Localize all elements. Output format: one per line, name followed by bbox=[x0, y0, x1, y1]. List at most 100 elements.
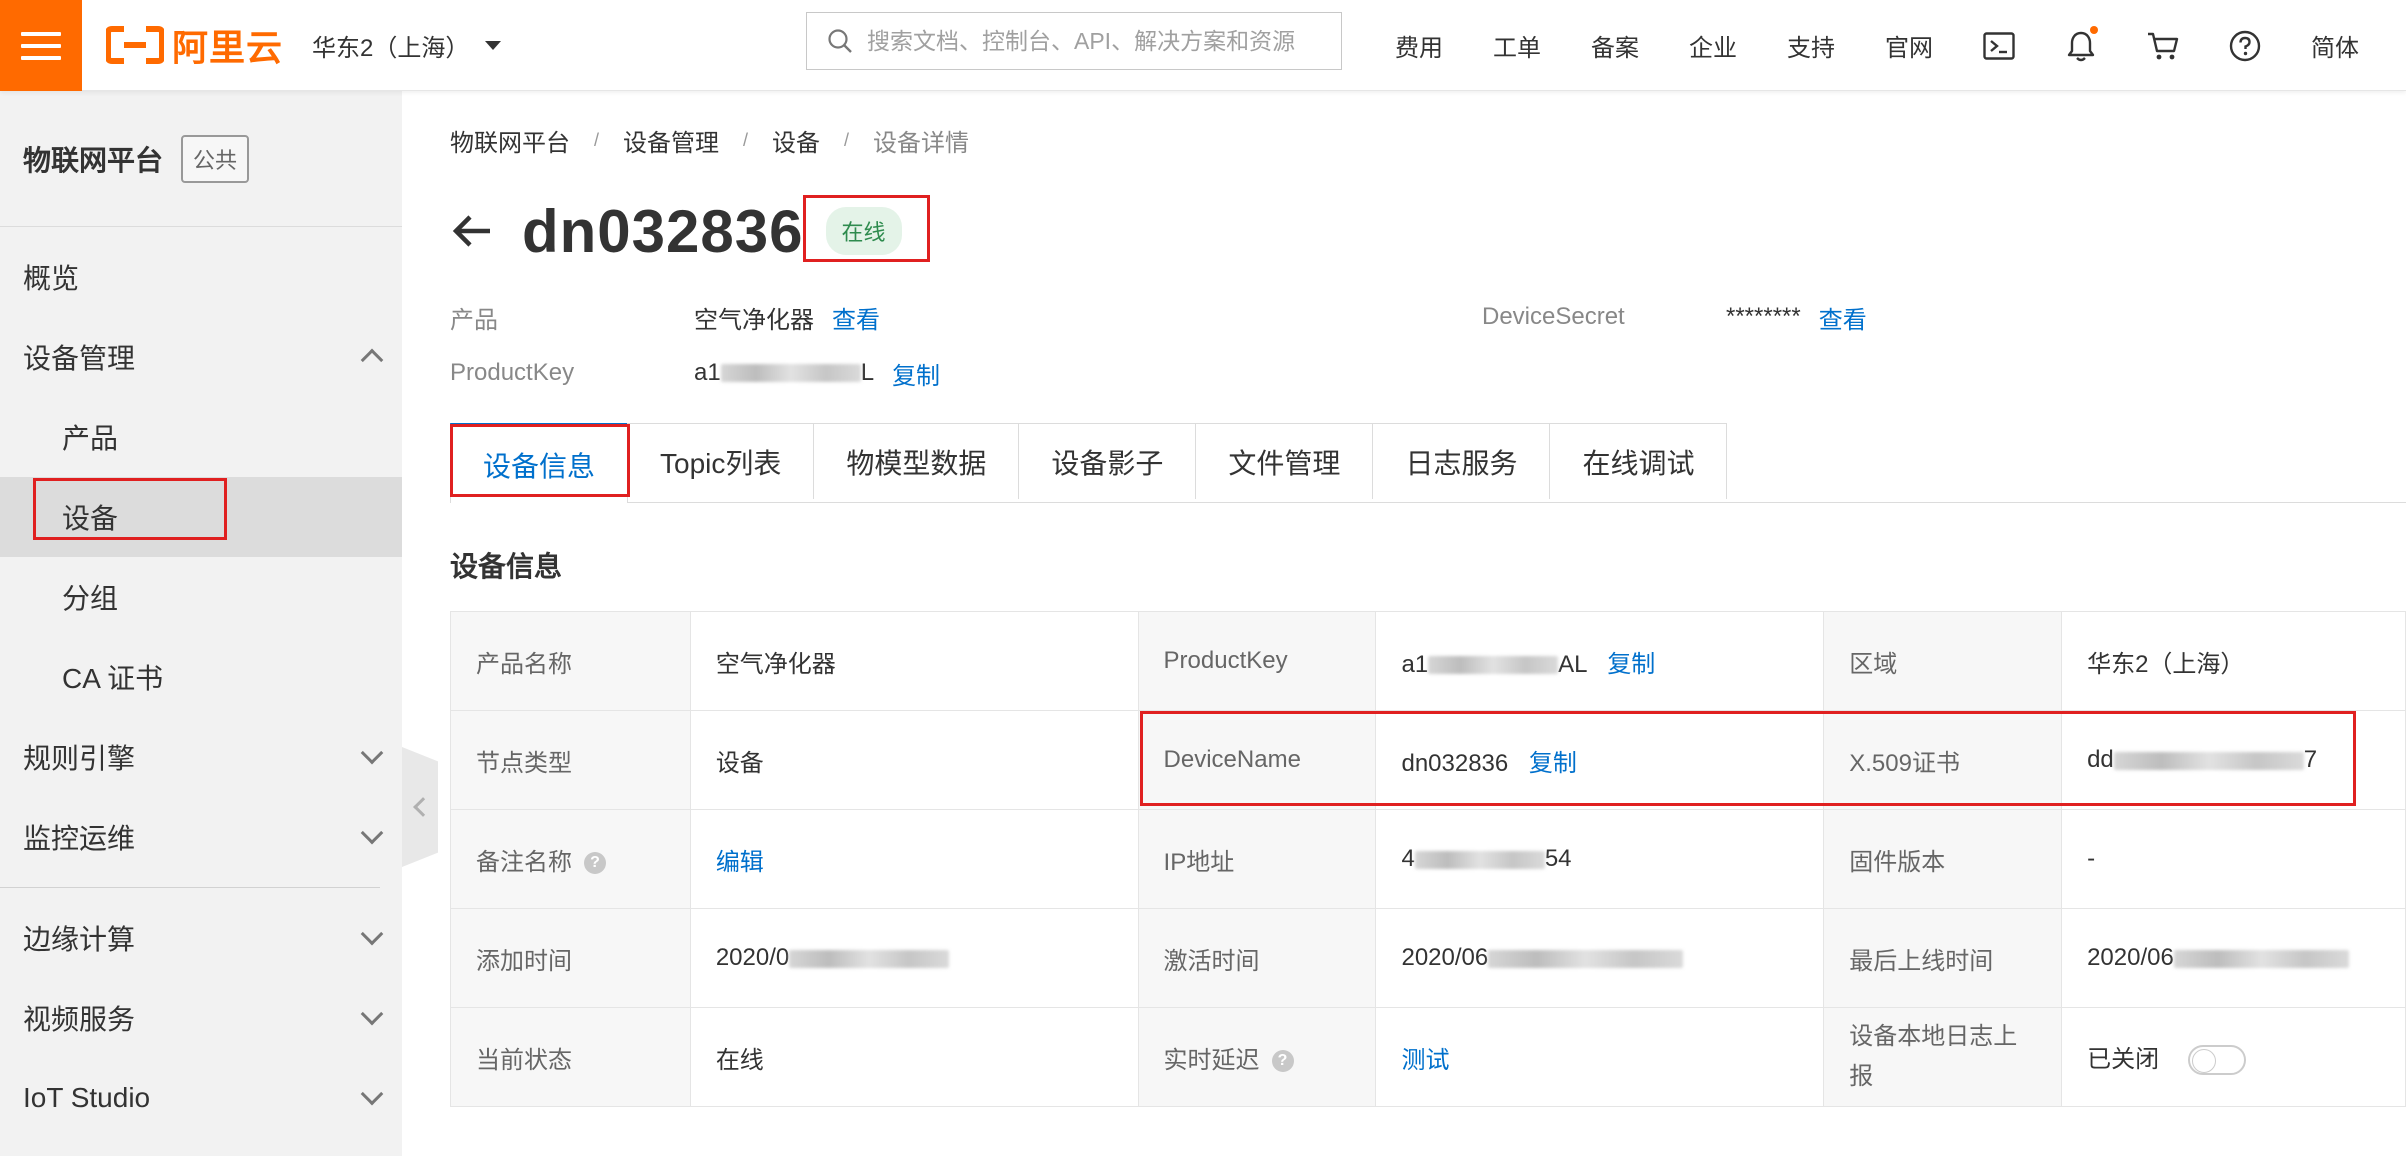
page-title-row: dn032836 在线 bbox=[450, 191, 902, 271]
sidebar-item-edge-computing[interactable]: 边缘计算 bbox=[0, 898, 402, 978]
tab-log-service[interactable]: 日志服务 bbox=[1372, 423, 1551, 499]
sidebar-item-device-management[interactable]: 设备管理 bbox=[0, 317, 402, 397]
info-value-firmware: - bbox=[2061, 809, 2406, 909]
test-latency-link[interactable]: 测试 bbox=[1401, 1047, 1449, 1074]
info-value-local-log-cell: 已关闭 bbox=[2061, 1007, 2406, 1107]
info-value-local-log: 已关闭 bbox=[2087, 1045, 2160, 1073]
edit-remark-link[interactable]: 编辑 bbox=[716, 849, 764, 876]
menu-icon[interactable] bbox=[0, 0, 82, 91]
copy-productkey-table-link[interactable]: 复制 bbox=[1607, 651, 1655, 678]
meta-product-value: 空气净化器 bbox=[694, 306, 814, 334]
top-nav-links: 费用 工单 备案 企业 支持 官网 简体 bbox=[1370, 0, 2384, 91]
terminal-icon[interactable] bbox=[1982, 29, 2016, 63]
info-value-devicename: dn032836 bbox=[1401, 749, 1509, 777]
meta-product-value-wrap: 空气净化器 查看 bbox=[694, 300, 880, 335]
chevron-left-icon bbox=[413, 797, 433, 817]
info-value-activate-time-start: 2020/06 bbox=[1401, 944, 1489, 971]
sidebar-divider bbox=[0, 887, 380, 888]
help-icon[interactable] bbox=[2228, 29, 2262, 63]
info-label-remark: 备注名称? bbox=[450, 809, 691, 909]
local-log-toggle[interactable] bbox=[2187, 1045, 2246, 1076]
redacted-text bbox=[2173, 949, 2349, 968]
view-secret-link[interactable]: 查看 bbox=[1819, 300, 1867, 335]
chevron-down-icon bbox=[360, 922, 384, 946]
info-value-x509-cert-cell: dd 7 bbox=[2061, 710, 2406, 810]
info-value-remark-cell: 编辑 bbox=[689, 809, 1139, 909]
copy-productkey-link[interactable]: 复制 bbox=[892, 356, 940, 391]
tab-device-info[interactable]: 设备信息 bbox=[450, 423, 629, 503]
info-value-x509-end: 7 bbox=[2303, 746, 2318, 773]
tab-topic-list[interactable]: Topic列表 bbox=[627, 423, 815, 499]
region-selector[interactable]: 华东2（上海） bbox=[312, 25, 502, 65]
nav-icp[interactable]: 备案 bbox=[1591, 28, 1639, 63]
sidebar-item-monitoring[interactable]: 监控运维 bbox=[0, 797, 402, 877]
info-label-firmware: 固件版本 bbox=[1823, 809, 2063, 909]
nav-billing[interactable]: 费用 bbox=[1395, 28, 1443, 63]
aliyun-logo-mark-icon bbox=[106, 26, 164, 64]
sidebar-item-label: CA 证书 bbox=[62, 663, 164, 694]
copy-devicename-link[interactable]: 复制 bbox=[1529, 750, 1577, 777]
info-value-ip-end: 54 bbox=[1544, 845, 1572, 872]
chevron-down-icon bbox=[360, 1002, 384, 1026]
info-value-x509-start: dd bbox=[2087, 746, 2114, 773]
info-value-productkey-cell: a1 AL 复制 bbox=[1375, 611, 1825, 711]
redacted-text bbox=[1488, 949, 1684, 968]
sidebar-item-iot-studio[interactable]: IoT Studio bbox=[0, 1058, 402, 1138]
view-product-link[interactable]: 查看 bbox=[832, 300, 880, 335]
info-label-devicename: DeviceName bbox=[1137, 710, 1377, 810]
breadcrumb-iot-platform[interactable]: 物联网平台 bbox=[450, 123, 570, 158]
tab-device-shadow[interactable]: 设备影子 bbox=[1018, 423, 1197, 499]
tab-online-debug[interactable]: 在线调试 bbox=[1549, 423, 1728, 499]
breadcrumb-device-management[interactable]: 设备管理 bbox=[623, 123, 719, 158]
bell-icon[interactable] bbox=[2064, 25, 2098, 63]
language-switch[interactable]: 简体 bbox=[2311, 28, 2359, 63]
sidebar-item-video-service[interactable]: 视频服务 bbox=[0, 978, 402, 1058]
cart-icon[interactable] bbox=[2146, 29, 2180, 63]
back-arrow-icon[interactable] bbox=[450, 209, 494, 253]
help-icon[interactable]: ? bbox=[584, 852, 606, 875]
sidebar-item-overview[interactable]: 概览 bbox=[0, 237, 402, 317]
info-value-last-online-cell: 2020/06 bbox=[2061, 908, 2406, 1008]
aliyun-logo[interactable]: 阿里云 bbox=[106, 22, 283, 68]
nav-support[interactable]: 支持 bbox=[1787, 28, 1835, 63]
search-box[interactable] bbox=[806, 12, 1342, 70]
meta-productkey-value-end: L bbox=[860, 359, 875, 386]
table-row: 当前状态 在线 实时延迟? 测试 设备本地日志上报 已关闭 bbox=[450, 1007, 2406, 1107]
sidebar-item-group[interactable]: 分组 bbox=[0, 557, 402, 637]
tab-file-management[interactable]: 文件管理 bbox=[1195, 423, 1374, 499]
search-input[interactable] bbox=[867, 27, 1327, 55]
table-row: 备注名称? 编辑 IP地址 4 54 固件版本 - bbox=[450, 809, 2406, 909]
chevron-down-icon bbox=[360, 1082, 384, 1106]
device-info-table: 产品名称 空气净化器 ProductKey a1 AL 复制 区域 华东2（上海）… bbox=[450, 611, 2406, 1107]
nav-enterprise[interactable]: 企业 bbox=[1689, 28, 1737, 63]
sidebar-item-product[interactable]: 产品 bbox=[0, 397, 402, 477]
redacted-text bbox=[789, 949, 950, 968]
sidebar-item-ca-certificate[interactable]: CA 证书 bbox=[0, 637, 402, 717]
sidebar: 物联网平台 公共 概览 设备管理 产品 设备 分组 CA 证书 规则引擎 监控运… bbox=[0, 91, 402, 1156]
nav-official-site[interactable]: 官网 bbox=[1885, 28, 1933, 63]
info-label-region: 区域 bbox=[1823, 611, 2063, 711]
sidebar-item-rules-engine[interactable]: 规则引擎 bbox=[0, 717, 402, 797]
sidebar-item-device[interactable]: 设备 bbox=[0, 477, 402, 557]
logo-text: 阿里云 bbox=[172, 27, 284, 68]
info-label-current-status: 当前状态 bbox=[450, 1007, 691, 1107]
table-row: 添加时间 2020/0 激活时间 2020/06 最后上线时间 2020/06 bbox=[450, 908, 2406, 1008]
info-label-product-name: 产品名称 bbox=[450, 611, 691, 711]
redacted-text bbox=[1414, 850, 1545, 869]
chevron-up-icon bbox=[360, 348, 384, 372]
breadcrumb-device[interactable]: 设备 bbox=[772, 123, 820, 158]
sidebar-title: 物联网平台 bbox=[23, 144, 164, 176]
notification-dot bbox=[2090, 25, 2098, 34]
meta-devicesecret-label: DeviceSecret bbox=[1482, 303, 1625, 330]
help-icon[interactable]: ? bbox=[1271, 1050, 1294, 1073]
info-value-productkey-start: a1 bbox=[1401, 650, 1429, 678]
info-value-ip-start: 4 bbox=[1401, 845, 1415, 872]
nav-tickets[interactable]: 工单 bbox=[1493, 28, 1541, 63]
status-badge: 在线 bbox=[825, 207, 902, 255]
info-label-latency-text: 实时延迟 bbox=[1163, 1046, 1260, 1074]
sidebar-collapse-handle[interactable] bbox=[402, 747, 438, 867]
info-value-region: 华东2（上海） bbox=[2061, 611, 2406, 711]
tab-thing-model-data[interactable]: 物模型数据 bbox=[813, 423, 1020, 499]
info-label-latency: 实时延迟? bbox=[1137, 1007, 1377, 1107]
info-label-activate-time: 激活时间 bbox=[1137, 908, 1377, 1008]
